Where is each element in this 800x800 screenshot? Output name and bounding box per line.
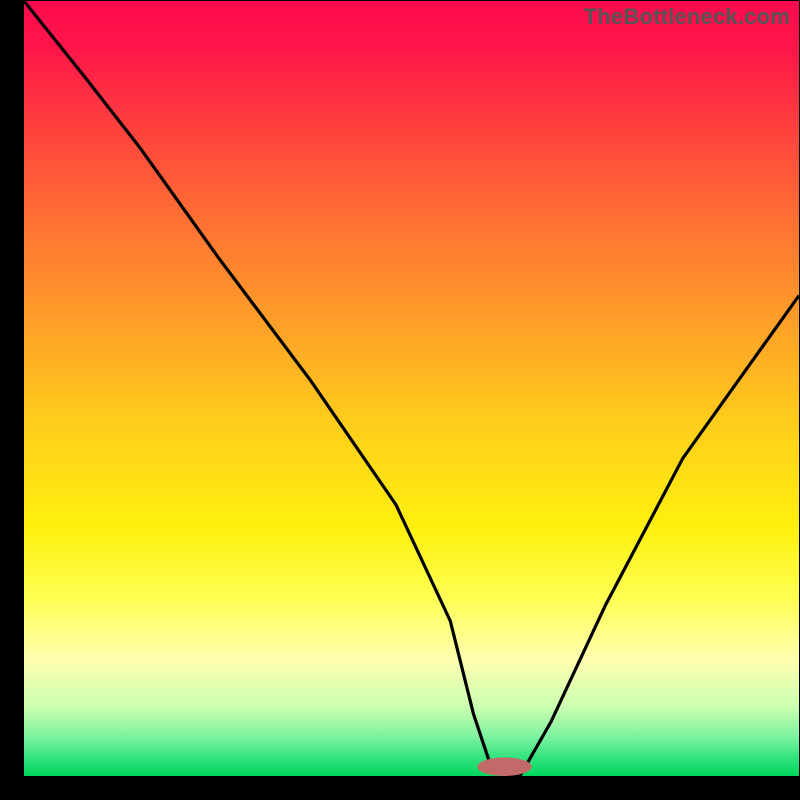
frame-bottom	[0, 776, 800, 800]
watermark-text: TheBottleneck.com	[584, 4, 790, 30]
optimal-marker	[477, 757, 531, 776]
plot-area	[24, 1, 799, 776]
chart-container: { "watermark": "TheBottleneck.com", "cha…	[0, 0, 800, 800]
bottleneck-chart	[0, 0, 800, 800]
frame-left	[0, 0, 24, 800]
frame-top	[0, 0, 800, 1]
